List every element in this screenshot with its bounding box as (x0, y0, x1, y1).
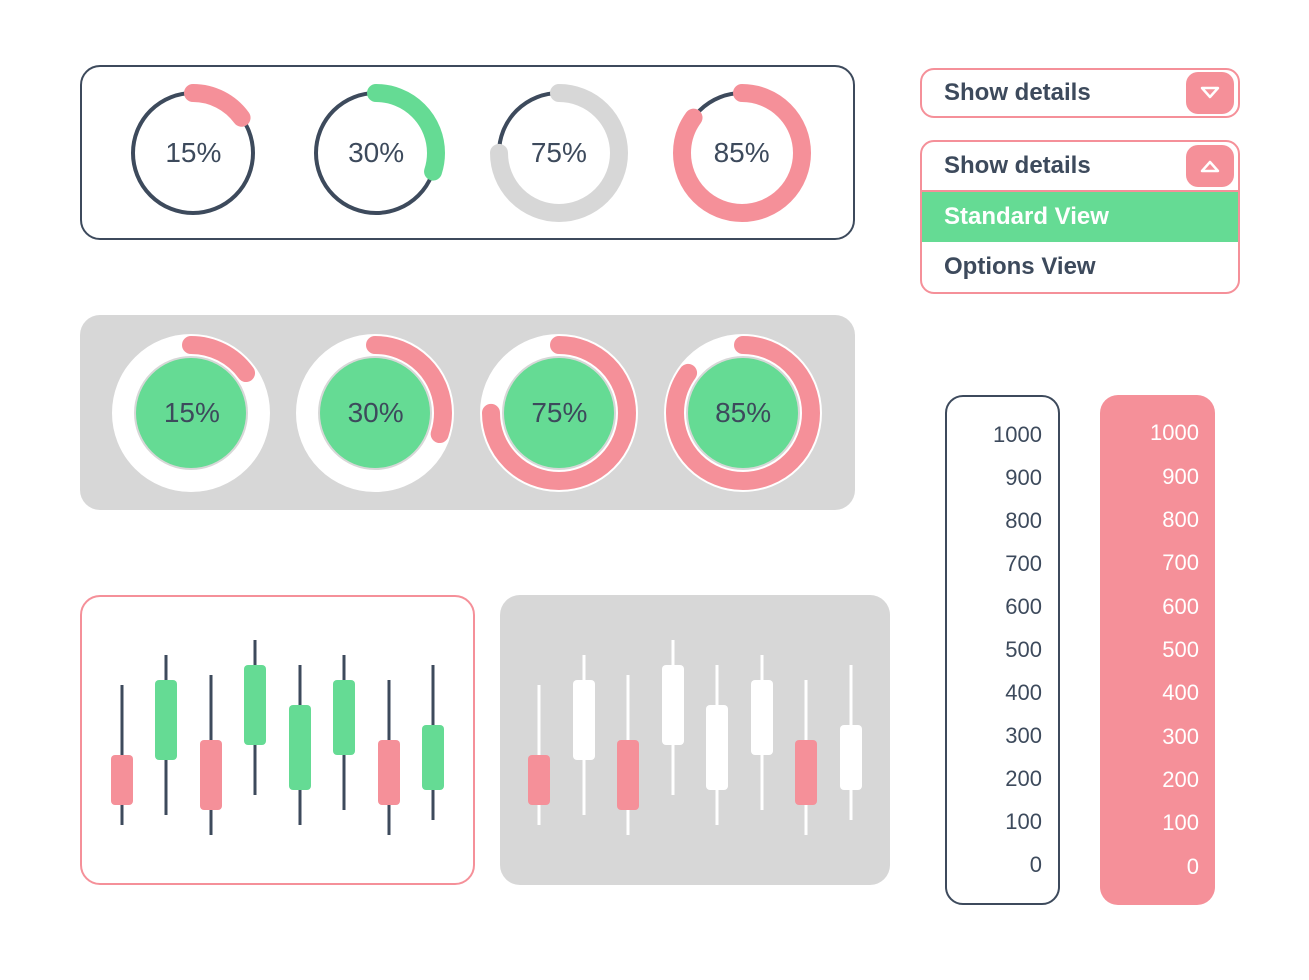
scale-value: 400 (1100, 680, 1199, 706)
candlestick-body (155, 680, 177, 760)
donut-gauge: 75% (484, 78, 634, 228)
candlestick-body (795, 740, 817, 805)
candlestick (240, 625, 270, 855)
scale-value: 200 (1100, 767, 1199, 793)
dropdown-label: Show details (944, 152, 1186, 180)
scale-value: 300 (1100, 724, 1199, 750)
candlestick-body (111, 755, 133, 805)
scale-value: 600 (1100, 594, 1199, 620)
candlestick-body (662, 665, 684, 745)
scale-value: 0 (1100, 854, 1199, 880)
candlestick (107, 625, 137, 855)
candlestick (658, 625, 688, 855)
scale-value: 1000 (947, 422, 1042, 448)
candlestick-body (289, 705, 311, 790)
candlestick (836, 625, 866, 855)
donut-gauge-filled: 15% (109, 330, 274, 495)
candlestick (151, 625, 181, 855)
candlestick (613, 625, 643, 855)
scale-list-pink: 10009008007006005004003002001000 (1100, 395, 1215, 905)
donut-value: 15% (165, 137, 221, 169)
candlestick-body (617, 740, 639, 810)
donut-value: 75% (531, 397, 587, 429)
candlestick (747, 625, 777, 855)
scale-value: 0 (947, 852, 1042, 878)
chevron-down-icon (1200, 86, 1220, 100)
candlestick-body (751, 680, 773, 755)
donut-value: 75% (531, 137, 587, 169)
scale-value: 800 (1100, 507, 1199, 533)
dropdown-toggle-button[interactable] (1186, 145, 1234, 187)
donut-panel-outlined: 15% 30% 75% 85% (80, 65, 855, 240)
donut-value: 85% (715, 397, 771, 429)
donut-value: 15% (164, 397, 220, 429)
scale-value: 300 (947, 723, 1042, 749)
candlestick (791, 625, 821, 855)
donut-gauge-filled: 30% (293, 330, 458, 495)
chevron-up-icon (1200, 159, 1220, 173)
donut-gauge: 85% (667, 78, 817, 228)
candlestick-body (422, 725, 444, 790)
candlestick-body (573, 680, 595, 760)
scale-value: 900 (1100, 464, 1199, 490)
candlestick-body (528, 755, 550, 805)
scale-value: 500 (1100, 637, 1199, 663)
candlestick-body (333, 680, 355, 755)
scale-value: 700 (1100, 550, 1199, 576)
donut-gauge-filled: 85% (661, 330, 826, 495)
dropdown-option[interactable]: Options View (922, 242, 1238, 292)
scale-value: 400 (947, 680, 1042, 706)
dropdown-toggle-button[interactable] (1186, 72, 1234, 114)
candlestick-chart-dark (500, 595, 890, 885)
candlestick (196, 625, 226, 855)
scale-value: 200 (947, 766, 1042, 792)
donut-gauge-filled: 75% (477, 330, 642, 495)
donut-gauge: 30% (301, 78, 451, 228)
donut-gauge: 15% (118, 78, 268, 228)
candlestick (702, 625, 732, 855)
donut-value: 30% (348, 397, 404, 429)
dropdown-header[interactable]: Show details (922, 142, 1238, 192)
donut-panel-grey: 15% 30% 75% 85% (80, 315, 855, 510)
show-details-dropdown-open: Show details Standard ViewOptions View (920, 140, 1240, 294)
scale-value: 500 (947, 637, 1042, 663)
scale-value: 1000 (1100, 420, 1199, 446)
candlestick (524, 625, 554, 855)
dropdown-option[interactable]: Standard View (922, 192, 1238, 242)
dropdown-label: Show details (944, 79, 1186, 107)
candlestick-chart-light (80, 595, 475, 885)
scale-value: 900 (947, 465, 1042, 491)
candlestick-body (200, 740, 222, 810)
scale-value: 800 (947, 508, 1042, 534)
donut-value: 85% (714, 137, 770, 169)
candlestick-body (706, 705, 728, 790)
candlestick (329, 625, 359, 855)
candlestick-body (378, 740, 400, 805)
show-details-dropdown-closed[interactable]: Show details (920, 68, 1240, 118)
candlestick (374, 625, 404, 855)
candlestick (418, 625, 448, 855)
scale-value: 700 (947, 551, 1042, 577)
scale-value: 600 (947, 594, 1042, 620)
candlestick (569, 625, 599, 855)
candlestick-body (840, 725, 862, 790)
scale-list-light: 10009008007006005004003002001000 (945, 395, 1060, 905)
scale-value: 100 (1100, 810, 1199, 836)
donut-value: 30% (348, 137, 404, 169)
scale-value: 100 (947, 809, 1042, 835)
candlestick (285, 625, 315, 855)
candlestick-body (244, 665, 266, 745)
